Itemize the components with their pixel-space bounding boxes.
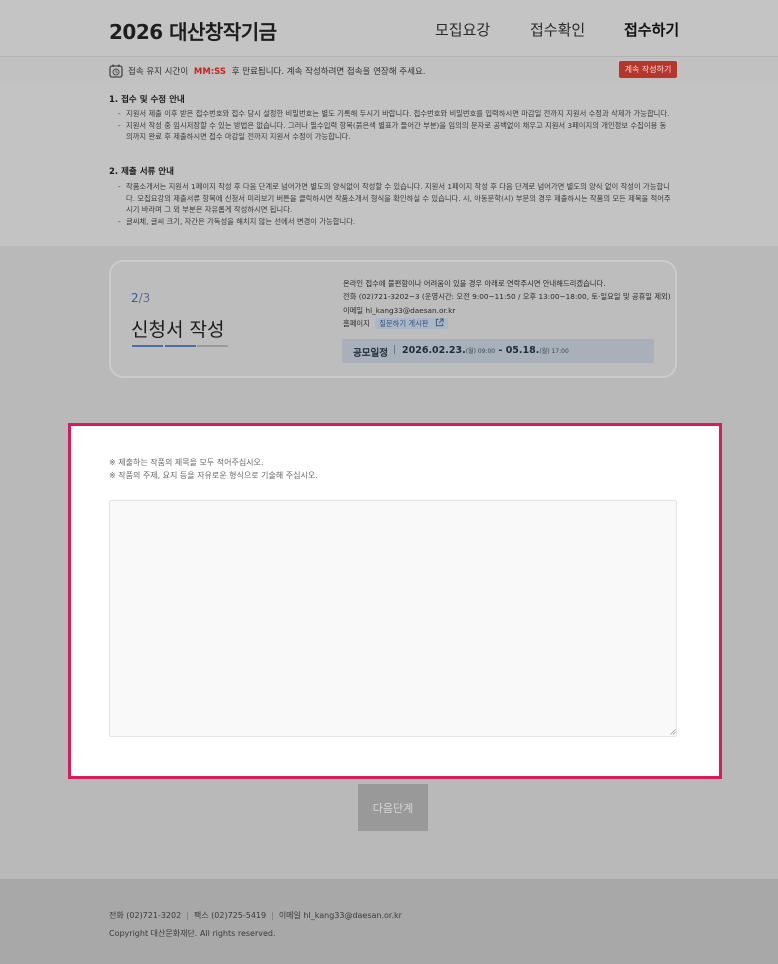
site-header: 2026 대산창작기금 모집요강 접수확인 접수하기 [0,0,778,56]
homepage-label: 홈페이지 [343,319,370,329]
footer-email: 이메일 hl_kang33@daesan.or.kr [278,911,402,920]
contact-email: 이메일 hl_kang33@daesan.or.kr [343,305,456,315]
contact-homepage: 홈페이지 질문하기 게시판 [343,317,663,330]
schedule-end-date: 05.18. [505,345,540,356]
notice-item: 작품소개서는 지원서 1페이지 작성 후 다음 단계로 넘어가면 별도의 양식없… [118,181,673,216]
notice-list-documents: 작품소개서는 지원서 1페이지 작성 후 다음 단계로 넘어가면 별도의 양식없… [118,181,673,227]
step-progress-segment [164,345,196,347]
next-step-button[interactable]: 다음단계 [358,784,428,831]
step-progress-segment [132,345,163,347]
external-link-icon [435,318,444,327]
nav-recruit-guide[interactable]: 모집요강 [435,19,490,40]
site-logo[interactable]: 2026 대산창작기금 [109,16,277,45]
footer-divider: | [186,911,189,920]
contact-intro: 온라인 접수에 불편함이나 어려움이 있을 경우 아래로 연락주시면 안내해드리… [343,279,606,288]
footer-fax: 팩스 (02)725-5419 [193,911,267,920]
schedule-dates: 2026.02.23.(월) 09:00 - 05.18.(월) 17:00 [402,345,569,356]
guide-titles: ※ 제출하는 작품의 제목을 모두 적어주십시오. [109,458,264,467]
clock-icon [109,64,123,78]
notice-list-submission: 지원서 제출 이후 받은 접수번호와 접수 당시 설정한 비밀번호는 별도 기록… [118,108,673,143]
step-progress [132,345,228,347]
step-progress-segment [197,345,228,347]
schedule-dash: - [495,345,506,356]
notice-item: 지원서 작성 중 임시저장할 수 있는 방법은 없습니다. 그러나 필수입력 항… [118,120,673,143]
qna-board-label: 질문하기 게시판 [379,319,429,329]
form-guide: ※ 제출하는 작품의 제목을 모두 적어주십시오. ※ 작품의 주제, 요지 등… [109,456,318,482]
schedule-divider: | [393,345,397,355]
step-title: 신청서 작성 [131,319,225,341]
timer-prefix: 접속 유지 시간이 [128,67,189,77]
nav-apply[interactable]: 접수하기 [624,19,679,40]
notice-item: 글씨체, 글씨 크기, 자간은 가독성을 해치지 않는 선에서 변경이 가능합니… [118,216,673,228]
footer-phone: 전화 (02)721-3202 [109,911,182,920]
notice-section: 1. 접수 및 수정 안내 지원서 제출 이후 받은 접수번호와 접수 당시 설… [0,84,778,246]
notice-item: 지원서 제출 이후 받은 접수번호와 접수 당시 설정한 비밀번호는 별도 기록… [118,108,673,120]
continue-writing-button[interactable]: 계속 작성하기 [619,61,677,78]
footer-copyright: Copyright 대산문화재단. All rights reserved. [109,929,276,938]
resize-handle-icon[interactable] [670,729,676,735]
schedule-start-date: 2026.02.23. [402,345,466,356]
schedule-start-time: (월) 09:00 [465,348,496,355]
step-total: /3 [138,291,151,305]
notice-title-documents: 2. 제출 서류 안내 [109,167,174,177]
timer-suffix: 후 만료됩니다. 계속 작성하려면 접속을 연장해 주세요. [231,67,426,77]
timer-countdown: MM:SS [193,67,227,77]
schedule-box: 공모일정 | 2026.02.23.(월) 09:00 - 05.18.(월) … [342,339,654,363]
step-current: 2 [131,291,139,305]
site-footer: 전화 (02)721-3202 | 팩스 (02)725-5419 | 이메일 hl_k… [0,879,778,964]
schedule-end-time: (월) 17:00 [539,348,569,355]
work-description-textarea[interactable] [109,500,677,737]
footer-divider: | [271,911,274,920]
contact-phone: 전화 (02)721-3202~3 (운영시간: 오전 9:00~11:50 /… [343,292,671,302]
schedule-label: 공모일정 [353,348,388,359]
step-indicator: 2/3 [131,291,150,305]
qna-board-link[interactable]: 질문하기 게시판 [375,318,448,330]
notice-title-submission: 1. 접수 및 수정 안내 [109,95,185,105]
nav-check-application[interactable]: 접수확인 [530,19,585,40]
contact-info: 온라인 접수에 불편함이나 어려움이 있을 경우 아래로 연락주시면 안내해드리… [343,277,671,331]
timer-message: 접속 유지 시간이 MM:SS 후 만료됩니다. 계속 작성하려면 접속을 연장… [128,65,425,77]
guide-description: ※ 작품의 주제, 요지 등을 자유로운 형식으로 기술해 주십시오. [109,471,318,480]
footer-contact: 전화 (02)721-3202 | 팩스 (02)725-5419 | 이메일 hl_k… [109,910,402,921]
